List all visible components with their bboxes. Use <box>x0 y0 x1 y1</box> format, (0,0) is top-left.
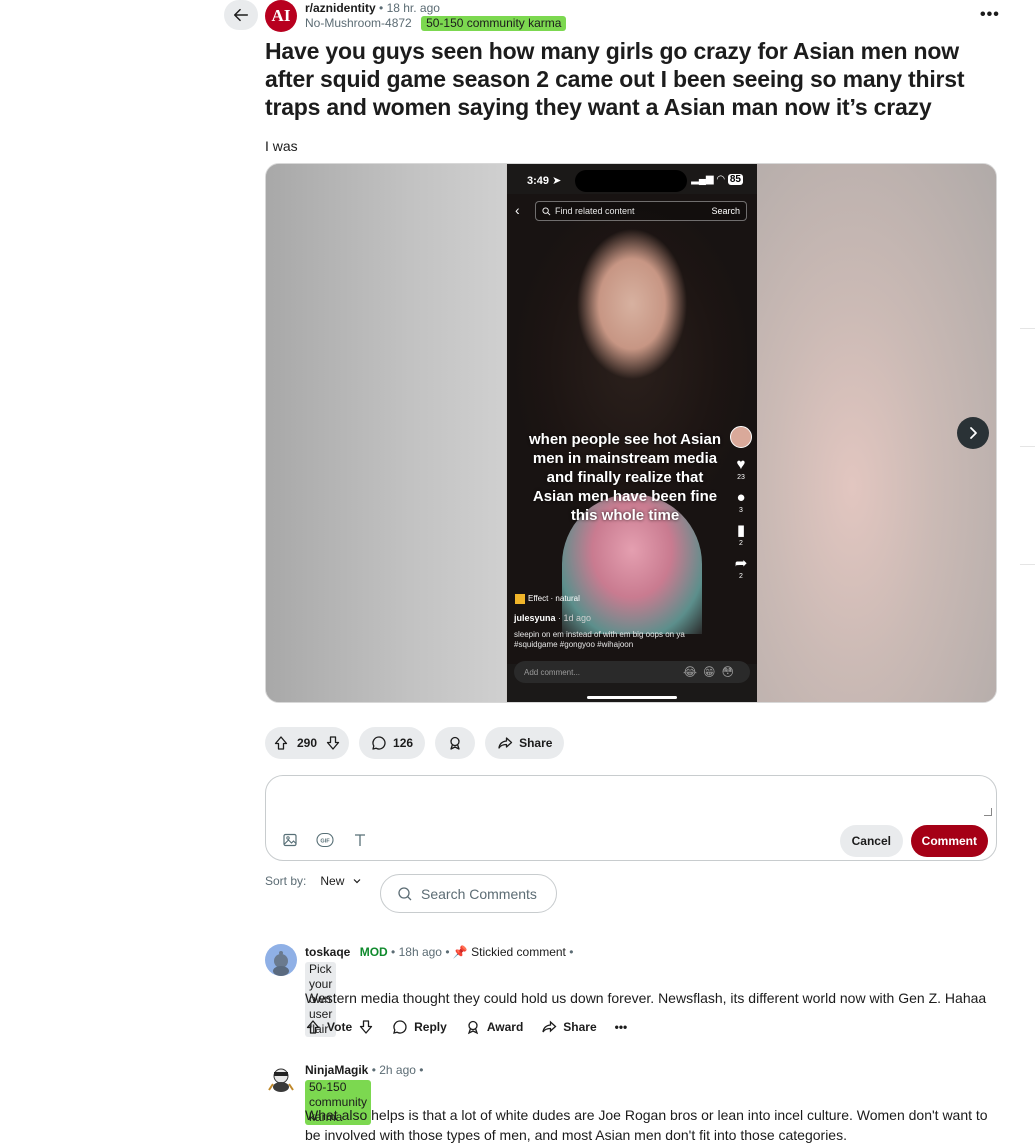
media-image: 3:49 ➤ ▂▄▆ ◠ 85 ‹ Find related content S… <box>507 164 757 702</box>
comment-time: 2h ago <box>379 1063 416 1077</box>
carousel-next-button[interactable] <box>957 417 989 449</box>
tiktok-search-bar: Find related content Search <box>535 201 747 221</box>
search-comments-input[interactable]: Search Comments <box>380 874 557 913</box>
subreddit-name[interactable]: r/aznidentity <box>305 1 376 15</box>
comment-header: toskaqe MOD • 18h ago • 📌 Stickied comme… <box>305 945 574 959</box>
video-overlay-text: when people see hot Asian men in mainstr… <box>529 431 721 524</box>
dynamic-island <box>575 170 687 192</box>
award-button[interactable]: Award <box>465 1019 523 1035</box>
pin-icon: 📌 <box>452 945 468 959</box>
post-body: I was <box>265 138 298 154</box>
search-icon <box>542 206 551 215</box>
post-author[interactable]: No-Mushroom-4872 <box>305 16 412 30</box>
comment-icon <box>372 736 386 750</box>
comment-icon <box>393 1020 407 1034</box>
comment-body: Western media thought they could hold us… <box>305 990 987 1006</box>
share-icon <box>498 737 513 749</box>
vote-pill: 290 <box>265 727 350 759</box>
arrow-left-icon <box>233 8 249 22</box>
share-arrow-icon: ➦ <box>734 555 748 572</box>
comment-author[interactable]: toskaqe <box>305 945 350 959</box>
comment-vote: Vote <box>305 1019 374 1035</box>
more-options-button[interactable]: ••• <box>980 6 1000 24</box>
comment-time: 18h ago <box>398 945 442 959</box>
status-time: 3:49 ➤ <box>527 175 562 187</box>
sort-row: Sort by: New <box>265 874 362 888</box>
share-icon <box>542 1020 557 1033</box>
upvote-icon[interactable] <box>273 735 289 751</box>
reply-button[interactable]: Reply <box>392 1019 447 1035</box>
vote-count: 290 <box>297 736 318 750</box>
post-media-gallery[interactable]: 3:49 ➤ ▂▄▆ ◠ 85 ‹ Find related content S… <box>265 163 997 703</box>
divider <box>1020 446 1035 447</box>
snoo-avatar-icon <box>268 1068 294 1092</box>
composer-toolbar: GIF <box>282 832 368 848</box>
svg-text:GIF: GIF <box>320 839 330 845</box>
bookmark-icon: ▮ <box>736 522 746 539</box>
comment-actions: Vote Reply Award Share ••• <box>305 1019 627 1035</box>
more-options-button[interactable]: ••• <box>615 1020 628 1034</box>
back-button[interactable] <box>224 0 258 30</box>
divider <box>1020 564 1035 565</box>
effect-tag: Effect · natural <box>515 594 580 604</box>
search-icon <box>398 886 412 900</box>
share-button[interactable]: Share <box>485 727 565 759</box>
comment-author[interactable]: NinjaMagik <box>305 1063 368 1077</box>
heart-icon: ♥ <box>736 456 746 473</box>
award-icon <box>467 1020 478 1035</box>
cancel-button[interactable]: Cancel <box>839 825 903 857</box>
downvote-icon[interactable] <box>358 1019 374 1035</box>
tiktok-add-comment: Add comment... 😂😁😳 <box>514 661 750 683</box>
comment-submit-button[interactable]: Comment <box>910 825 988 857</box>
author-flair: 50-150 community karma <box>421 16 567 31</box>
chevron-down-icon <box>353 879 361 884</box>
image-icon[interactable] <box>282 832 298 848</box>
home-indicator <box>587 696 677 699</box>
snoo-avatar-icon <box>273 951 289 976</box>
post-actions: 290 126 Share <box>265 727 565 759</box>
comment-bubble-icon: ● <box>736 489 746 506</box>
comment-body: What also helps is that a lot of white d… <box>305 1107 988 1143</box>
comments-button[interactable]: 126 <box>359 727 426 759</box>
status-icons: ▂▄▆ ◠ 85 <box>691 174 743 185</box>
post-meta: r/aznidentity • 18 hr. ago No-Mushroom-4… <box>305 1 567 31</box>
emoji-icons: 😂😁😳 <box>682 665 740 679</box>
mod-badge: MOD <box>359 945 388 959</box>
tiktok-username: julesyuna · 1d ago <box>514 613 592 623</box>
text-format-icon[interactable] <box>352 832 368 848</box>
upvote-icon[interactable] <box>305 1019 321 1035</box>
gif-icon[interactable]: GIF <box>316 832 334 848</box>
avatar[interactable] <box>265 1062 297 1094</box>
tiktok-caption: sleepin on em instead of with em big oop… <box>514 630 685 649</box>
post-time: • 18 hr. ago <box>379 1 440 15</box>
stickied-label: Stickied comment <box>471 945 566 959</box>
downvote-icon[interactable] <box>325 735 341 751</box>
creator-avatar <box>730 426 752 448</box>
tiktok-side-icons: ♥ 23 ● 3 ▮ 2 ➦ 2 <box>729 426 753 580</box>
chevron-right-icon <box>970 427 977 439</box>
avatar[interactable] <box>265 944 297 976</box>
comment-composer[interactable]: GIF Cancel Comment <box>265 775 997 861</box>
chevron-left-icon: ‹ <box>515 202 520 218</box>
post-title: Have you guys seen how many girls go cra… <box>265 38 965 120</box>
award-button[interactable] <box>435 727 476 759</box>
divider <box>1020 328 1035 329</box>
comment-header: NinjaMagik • 2h ago • <box>305 1063 424 1077</box>
share-button[interactable]: Share <box>541 1019 597 1035</box>
sort-dropdown[interactable]: New <box>320 874 362 888</box>
resize-handle[interactable] <box>984 808 992 816</box>
subreddit-avatar[interactable]: AI <box>265 0 297 32</box>
award-icon <box>450 736 460 750</box>
media-blur-background <box>266 164 506 702</box>
sort-label: Sort by: <box>265 874 307 888</box>
